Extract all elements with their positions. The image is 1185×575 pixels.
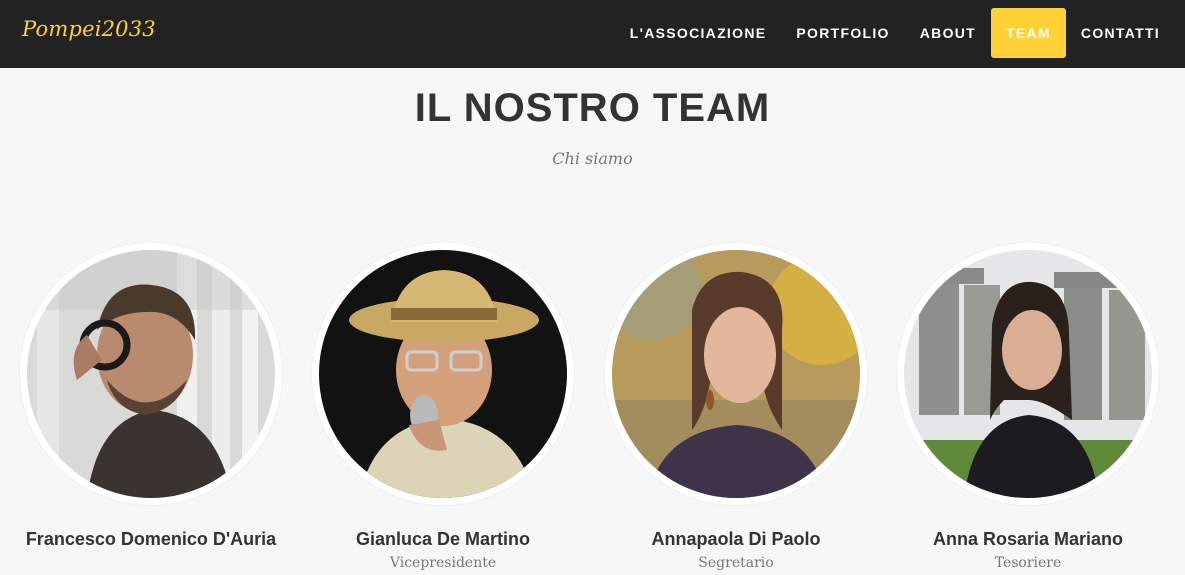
team-member-role: Tesoriere xyxy=(994,555,1062,571)
nav-link-contatti[interactable]: CONTATTI xyxy=(1066,8,1175,58)
nav-link-portfolio[interactable]: PORTFOLIO xyxy=(781,8,904,58)
section-heading: IL NOSTRO TEAM xyxy=(414,86,771,130)
brand-logo[interactable]: Pompei2033 xyxy=(22,17,156,41)
team-member-name: Gianluca De Martino xyxy=(355,529,531,549)
team-member-photo-frame xyxy=(897,243,1159,505)
team-member-card: Gianluca De Martino Vicepresidente xyxy=(312,243,574,571)
team-member-name: Anna Rosaria Mariano xyxy=(932,529,1124,549)
team-member-name: Francesco Domenico D'Auria xyxy=(25,529,277,549)
team-member-card: Anna Rosaria Mariano Tesoriere xyxy=(897,243,1159,571)
team-member-card: Annapaola Di Paolo Segretario xyxy=(605,243,867,571)
top-navbar: Pompei2033 L'ASSOCIAZIONE PORTFOLIO ABOU… xyxy=(0,0,1185,68)
team-member-photo xyxy=(612,250,860,498)
team-member-name: Annapaola Di Paolo xyxy=(651,529,821,549)
team-member-role: Vicepresidente xyxy=(389,555,497,571)
team-member-photo-frame xyxy=(605,243,867,505)
section-subheading: Chi siamo xyxy=(552,149,633,168)
nav-link-associazione[interactable]: L'ASSOCIAZIONE xyxy=(615,8,782,58)
team-member-photo xyxy=(27,250,275,498)
nav-link-about[interactable]: ABOUT xyxy=(905,8,991,58)
nav-link-team[interactable]: TEAM xyxy=(991,8,1066,58)
team-member-photo-frame xyxy=(20,243,282,505)
team-member-photo-frame xyxy=(312,243,574,505)
team-member-role: Segretario xyxy=(698,555,774,571)
team-member-photo xyxy=(904,250,1152,498)
nav-menu: L'ASSOCIAZIONE PORTFOLIO ABOUT TEAM CONT… xyxy=(615,8,1175,58)
team-member-card: Francesco Domenico D'Auria xyxy=(20,243,282,549)
team-member-photo xyxy=(319,250,567,498)
